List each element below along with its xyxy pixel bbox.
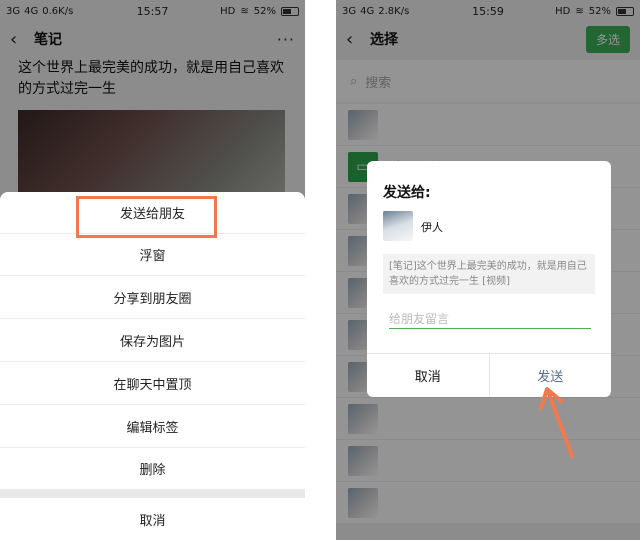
recipient-avatar <box>383 211 413 241</box>
sheet-item-save-image[interactable]: 保存为图片 <box>0 320 305 362</box>
cancel-button[interactable]: 取消 <box>367 354 489 397</box>
send-button[interactable]: 发送 <box>488 354 612 397</box>
dialog-footer: 取消 发送 <box>367 353 611 397</box>
send-dialog: 发送给: 伊人 [笔记]这个世界上最完美的成功，就是用自己喜欢的方式过完一生 [… <box>367 161 611 397</box>
action-sheet: 发送给朋友 浮窗 分享到朋友圈 保存为图片 在聊天中置顶 编辑标签 删除 取消 <box>0 192 305 540</box>
message-input[interactable] <box>389 309 591 329</box>
sheet-item-delete[interactable]: 删除 <box>0 448 305 490</box>
sheet-item-edit-tags[interactable]: 编辑标签 <box>0 406 305 448</box>
sheet-item-share-moments[interactable]: 分享到朋友圈 <box>0 277 305 319</box>
sheet-cancel-button[interactable]: 取消 <box>0 498 305 540</box>
sheet-item-float-window[interactable]: 浮窗 <box>0 234 305 276</box>
left-screen: 3G 4G 0.6K/s 15:57 HD ≋ 52% ‹ 笔记 ··· 这个世… <box>0 0 305 540</box>
sheet-divider <box>0 490 305 498</box>
recipient-name: 伊人 <box>421 221 443 234</box>
sheet-item-pin-chat[interactable]: 在聊天中置顶 <box>0 363 305 405</box>
highlight-box <box>76 196 217 238</box>
right-screen: 3G 4G 2.8K/s 15:59 HD ≋ 52% ‹ 选择 多选 ⌕ 搜索… <box>336 0 640 540</box>
dialog-title: 发送给: <box>383 185 431 201</box>
message-preview: [笔记]这个世界上最完美的成功，就是用自己喜欢的方式过完一生 [视频] <box>383 254 595 294</box>
